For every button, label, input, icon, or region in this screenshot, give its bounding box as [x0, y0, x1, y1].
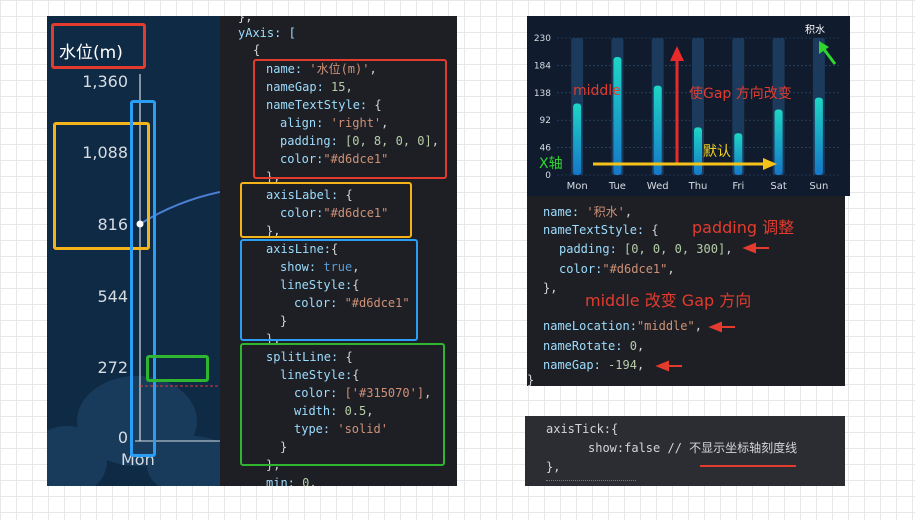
chart-series-name: 积水 [805, 25, 825, 36]
annotation-x-axis: X轴 [539, 156, 563, 172]
bar [613, 57, 622, 176]
highlight-name-box [51, 23, 146, 69]
y-tick-label: 230 [534, 34, 551, 44]
y-tick-label: 184 [534, 61, 551, 71]
code-line: yAxis: [ [238, 26, 296, 40]
code-line: axisTick:{ [546, 422, 619, 436]
code-line: min: 0, [266, 476, 317, 486]
bar [814, 97, 823, 175]
arrow-annotations [655, 242, 769, 372]
axis-tick-code-panel: axisTick:{ show:false // 不显示坐标轴刻度线 }, [525, 416, 845, 486]
bar-chart-svg: 23018413892460Mon Tue Wed Thu Fri Sat Sun [534, 34, 839, 192]
x-tick-label: Sun [809, 181, 828, 192]
annotation-middle: middle [573, 83, 621, 99]
x-tick-label: Wed [647, 181, 669, 192]
underline-mark [700, 465, 796, 467]
x-tick-label: Mon [567, 181, 588, 192]
code-line: }, [238, 16, 253, 24]
code-line: }, [546, 460, 561, 474]
code-line: show:false // 不显示坐标轴刻度线 [588, 441, 798, 455]
bar [774, 109, 783, 175]
code-name-box [253, 59, 447, 179]
red-arrow-up-head [670, 46, 684, 61]
highlight-axisline-box [130, 100, 156, 457]
y-tick-label: 138 [534, 89, 551, 99]
code-line: { [253, 43, 261, 57]
y-tick-label: 92 [540, 116, 551, 126]
x-tick-label: Tue [608, 181, 626, 192]
code-axisline-box [240, 239, 418, 341]
bar [734, 133, 743, 175]
x-tick-label: Fri [732, 181, 744, 192]
bar [694, 127, 702, 175]
code-axislabel-box [240, 182, 412, 238]
x-tick-label: Thu [688, 181, 708, 192]
x-tick-label: Sat [770, 181, 786, 192]
highlight-splitline-box [146, 355, 209, 382]
ponding-bar-chart: 230 184 138 92 46 0 Mon Tue Wed Thu Fri Sat Sun 积水 m… [527, 16, 850, 196]
name-config-code-panel: name: '积水', nameTextStyle: { padding: [0… [527, 196, 845, 386]
annotation-gap-direction: 使Gap 方向改变 [689, 86, 792, 102]
panel-edge-brace: } [527, 373, 535, 387]
partial-line [546, 480, 636, 486]
bar [573, 103, 582, 175]
bar [653, 85, 662, 175]
annotation-default: 默认 [703, 144, 731, 160]
code-splitline-box [240, 343, 445, 466]
